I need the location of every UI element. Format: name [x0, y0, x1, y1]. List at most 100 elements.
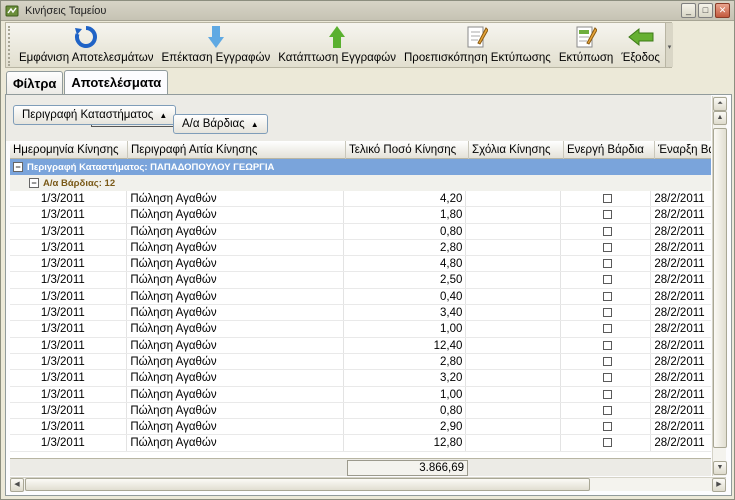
horizontal-scrollbar[interactable]: ◀ ▶: [10, 477, 726, 492]
cell-description[interactable]: Πώληση Αγαθών: [127, 402, 345, 419]
cell-amount[interactable]: 0,80: [344, 223, 467, 239]
cell-amount[interactable]: 1,80: [344, 207, 467, 223]
table-row[interactable]: 1/3/2011 Πώληση Αγαθών 12,40 28/2/2011: [10, 337, 711, 354]
cell-date[interactable]: 1/3/2011: [38, 419, 128, 435]
cell-comments[interactable]: [466, 419, 561, 435]
table-row[interactable]: 1/3/2011 Πώληση Αγαθών 1,00 28/2/2011: [10, 321, 711, 338]
cell-shift-start[interactable]: 28/2/2011: [651, 387, 711, 402]
cell-date[interactable]: 1/3/2011: [38, 435, 128, 451]
cell-comments[interactable]: [466, 191, 561, 207]
cell-comments[interactable]: [466, 386, 561, 402]
table-row[interactable]: 1/3/2011 Πώληση Αγαθών 0,80 28/2/2011: [10, 223, 711, 240]
active-shift-checkbox[interactable]: [602, 242, 612, 252]
cell-active-shift[interactable]: [561, 191, 652, 207]
cell-comments[interactable]: [466, 239, 561, 256]
minimize-button[interactable]: _: [681, 3, 696, 18]
cell-active-shift[interactable]: [561, 402, 652, 419]
cell-shift-start[interactable]: 28/2/2011: [651, 289, 711, 304]
col-header-date[interactable]: Ημερομηνία Κίνησης: [10, 141, 128, 159]
cell-active-shift[interactable]: [561, 337, 652, 353]
cell-active-shift[interactable]: [561, 207, 652, 223]
cell-active-shift[interactable]: [561, 370, 652, 386]
col-header-active-shift[interactable]: Ενεργή Βάρδια: [564, 141, 655, 159]
toolbar-overflow-chevron[interactable]: ▾: [665, 23, 673, 67]
cell-comments[interactable]: [466, 207, 561, 223]
cell-amount[interactable]: 0,40: [344, 288, 467, 305]
cell-date[interactable]: 1/3/2011: [38, 272, 128, 288]
active-shift-checkbox[interactable]: [602, 210, 612, 220]
cell-amount[interactable]: 2,80: [344, 353, 467, 370]
cell-date[interactable]: 1/3/2011: [38, 386, 128, 402]
table-row[interactable]: 1/3/2011 Πώληση Αγαθών 2,80 28/2/2011: [10, 353, 711, 371]
cell-date[interactable]: 1/3/2011: [38, 402, 128, 419]
toolbar-grip[interactable]: [8, 26, 14, 66]
cell-active-shift[interactable]: [561, 353, 652, 370]
cell-comments[interactable]: [466, 256, 561, 272]
cell-active-shift[interactable]: [561, 386, 652, 402]
cell-shift-start[interactable]: 28/2/2011: [651, 370, 711, 385]
collapse-toggle-icon[interactable]: −: [13, 162, 23, 172]
cell-description[interactable]: Πώληση Αγαθών: [127, 239, 345, 256]
cell-comments[interactable]: [466, 321, 561, 337]
print-button[interactable]: Εκτύπωση: [555, 23, 618, 67]
active-shift-checkbox[interactable]: [602, 405, 612, 415]
cell-description[interactable]: Πώληση Αγαθών: [127, 419, 345, 435]
cell-date[interactable]: 1/3/2011: [38, 207, 128, 223]
cell-comments[interactable]: [466, 435, 561, 451]
cell-shift-start[interactable]: 28/2/2011: [651, 338, 711, 353]
active-shift-checkbox[interactable]: [602, 194, 612, 203]
cell-amount[interactable]: 4,80: [344, 256, 467, 272]
cell-active-shift[interactable]: [561, 419, 652, 435]
col-header-amount[interactable]: Τελικό Ποσό Κίνησης: [346, 141, 469, 159]
cell-amount[interactable]: 1,00: [344, 321, 467, 337]
table-row[interactable]: 1/3/2011 Πώληση Αγαθών 3,20 28/2/2011: [10, 370, 711, 387]
cell-description[interactable]: Πώληση Αγαθών: [127, 272, 345, 288]
vertical-scroll-thumb[interactable]: [713, 128, 727, 448]
cell-description[interactable]: Πώληση Αγαθών: [127, 191, 345, 207]
cell-active-shift[interactable]: [561, 256, 652, 272]
cell-amount[interactable]: 0,80: [344, 402, 467, 419]
active-shift-checkbox[interactable]: [602, 291, 612, 301]
cell-amount[interactable]: 4,20: [344, 191, 467, 207]
col-header-description[interactable]: Περιγραφή Αιτία Κίνησης: [128, 141, 346, 159]
cell-shift-start[interactable]: 28/2/2011: [651, 240, 711, 255]
cell-comments[interactable]: [466, 353, 561, 370]
tab-results[interactable]: Αποτελέσματα: [64, 70, 169, 94]
table-row[interactable]: 1/3/2011 Πώληση Αγαθών 4,20 28/2/2011: [10, 191, 711, 208]
horizontal-scroll-thumb[interactable]: [25, 478, 590, 491]
cell-shift-start[interactable]: 28/2/2011: [651, 419, 711, 434]
table-row[interactable]: 1/3/2011 Πώληση Αγαθών 3,40 28/2/2011: [10, 305, 711, 322]
active-shift-checkbox[interactable]: [602, 389, 612, 399]
active-shift-checkbox[interactable]: [602, 438, 612, 448]
active-shift-checkbox[interactable]: [602, 226, 612, 236]
cell-date[interactable]: 1/3/2011: [38, 191, 128, 207]
table-row[interactable]: 1/3/2011 Πώληση Αγαθών 2,90 28/2/2011: [10, 419, 711, 436]
cell-description[interactable]: Πώληση Αγαθών: [127, 353, 345, 370]
cell-description[interactable]: Πώληση Αγαθών: [127, 337, 345, 353]
show-results-button[interactable]: Εμφάνιση Αποτελεσμάτων: [15, 23, 157, 67]
cell-amount[interactable]: 12,40: [344, 337, 467, 353]
scroll-top-button[interactable]: ⏶: [713, 97, 727, 111]
table-row[interactable]: 1/3/2011 Πώληση Αγαθών 0,40 28/2/2011: [10, 288, 711, 306]
cell-date[interactable]: 1/3/2011: [38, 353, 128, 370]
table-row[interactable]: 1/3/2011 Πώληση Αγαθών 4,80 28/2/2011: [10, 256, 711, 273]
cell-active-shift[interactable]: [561, 305, 652, 321]
cell-amount[interactable]: 12,80: [344, 435, 467, 451]
tab-filters[interactable]: Φίλτρα: [6, 71, 64, 94]
maximize-button[interactable]: □: [698, 3, 713, 18]
cell-comments[interactable]: [466, 337, 561, 353]
cell-description[interactable]: Πώληση Αγαθών: [127, 256, 345, 272]
cell-amount[interactable]: 3,20: [344, 370, 467, 386]
col-header-comments[interactable]: Σχόλια Κίνησης: [469, 141, 564, 159]
group-row-shift[interactable]: − Α/α Βάρδιας: 12: [10, 175, 711, 191]
cell-active-shift[interactable]: [561, 321, 652, 337]
cell-description[interactable]: Πώληση Αγαθών: [127, 223, 345, 239]
cell-shift-start[interactable]: 28/2/2011: [651, 403, 711, 418]
active-shift-checkbox[interactable]: [602, 259, 612, 269]
exit-button[interactable]: Έξοδος: [617, 23, 664, 67]
cell-description[interactable]: Πώληση Αγαθών: [127, 370, 345, 386]
cell-date[interactable]: 1/3/2011: [38, 239, 128, 256]
cell-active-shift[interactable]: [561, 272, 652, 288]
active-shift-checkbox[interactable]: [602, 422, 612, 432]
cell-description[interactable]: Πώληση Αγαθών: [127, 305, 345, 321]
